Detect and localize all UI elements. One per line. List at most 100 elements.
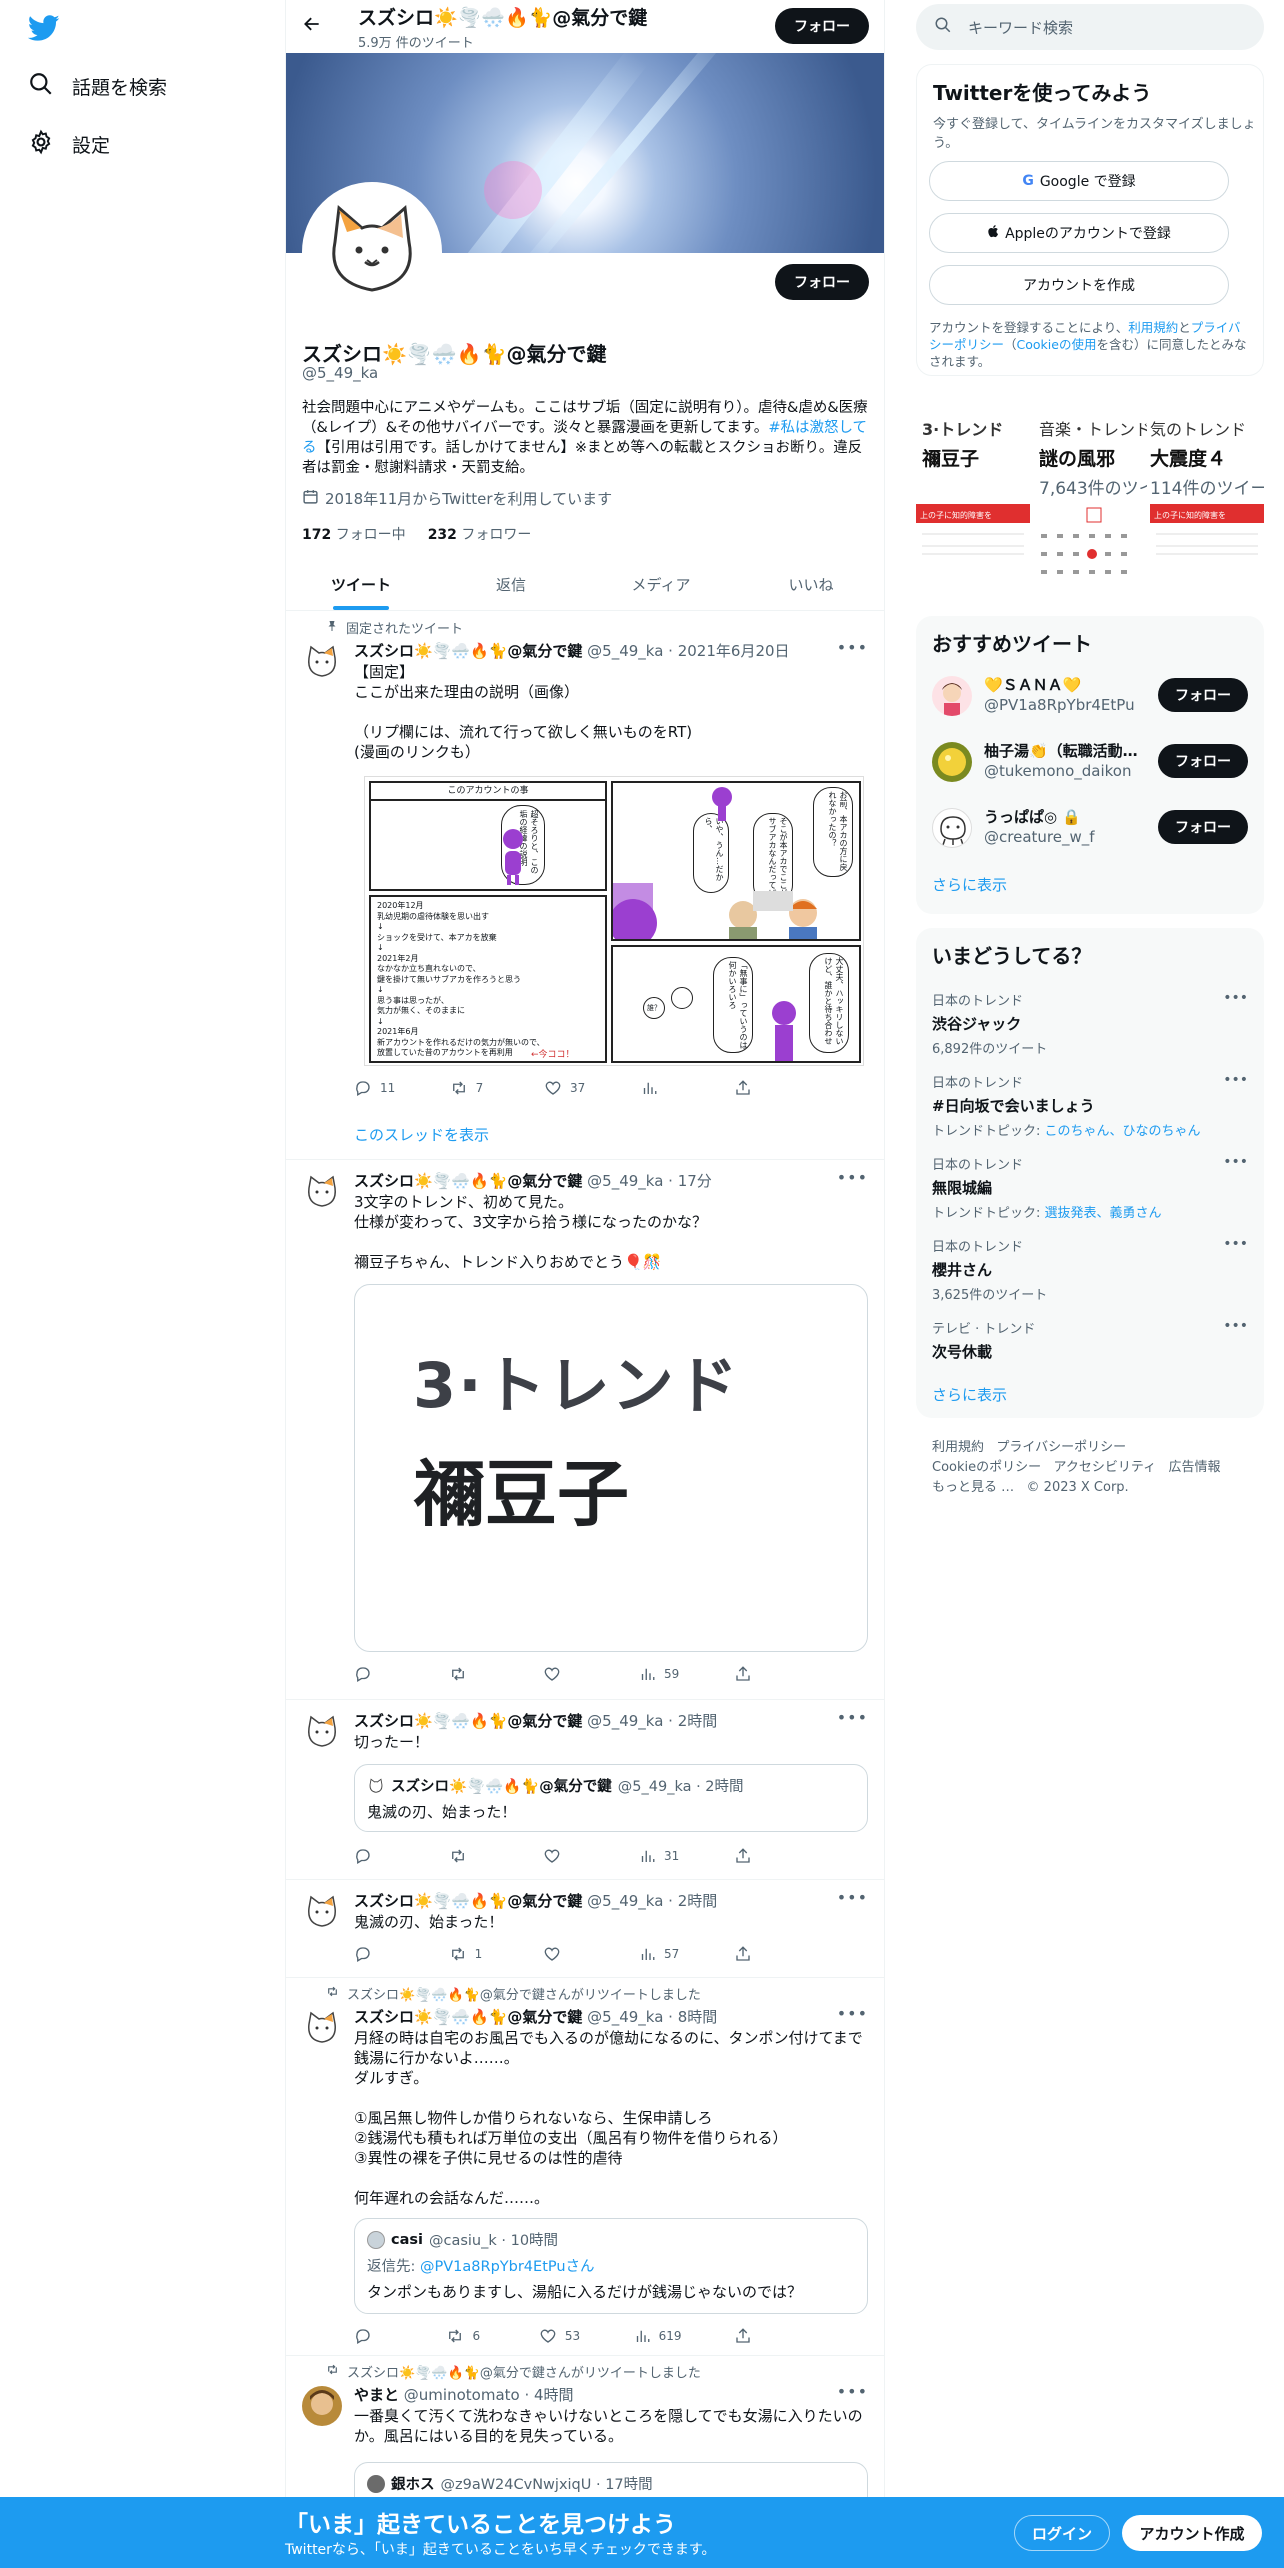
profile-avatar[interactable] [302, 182, 442, 322]
reply-button[interactable]: 11 [354, 1079, 395, 1097]
tab-replies[interactable]: 返信 [436, 558, 586, 610]
media-tile-1[interactable]: 3·トレンド 禰豆子 上の子に知的障害を [916, 408, 1030, 600]
tweet-meta[interactable]: @5_49_ka · 2時間 [587, 1712, 717, 1730]
back-arrow-icon[interactable] [302, 14, 322, 38]
more-icon[interactable]: ••• [1223, 1318, 1248, 1334]
views-button[interactable] [640, 1079, 680, 1097]
more-icon[interactable]: ••• [1223, 1154, 1248, 1170]
trend-image[interactable]: 3·トレンド 禰豆子 [354, 1284, 868, 1652]
tweet-author-name[interactable]: やまと [354, 2386, 399, 2404]
reply-button[interactable] [354, 2327, 394, 2345]
views-button[interactable]: 57 [638, 1945, 679, 1963]
tweet-author-name[interactable]: スズシロ☀️🌪️🌨️🔥🐈@氣分で鍵 [354, 1892, 582, 1910]
tweet-avatar[interactable] [302, 2386, 342, 2426]
tweet-meta[interactable]: @uminotomato · 4時間 [404, 2386, 574, 2404]
share-button[interactable] [734, 2327, 774, 2345]
signup-button[interactable]: アカウント作成 [1122, 2515, 1262, 2551]
footer-ads-link[interactable]: 広告情報 [1169, 1460, 1221, 1475]
like-button[interactable] [543, 1847, 583, 1865]
like-button[interactable]: 37 [544, 1079, 585, 1097]
following-link[interactable]: 172 フォロー中 [302, 524, 406, 544]
show-thread-link[interactable]: このスレッドを表示 [354, 1124, 489, 1145]
nav-settings[interactable]: 設定 [28, 124, 110, 164]
more-icon[interactable]: ••• [1223, 1236, 1248, 1252]
twitter-logo-icon[interactable] [27, 12, 64, 44]
tweet-trend[interactable]: スズシロ☀️🌪️🌨️🔥🐈@氣分で鍵 @5_49_ka · 17分 ••• 3文字… [286, 1160, 884, 1700]
tab-tweets[interactable]: ツイート [286, 558, 436, 610]
tweet-author-name[interactable]: スズシロ☀️🌪️🌨️🔥🐈@氣分で鍵 [354, 1712, 582, 1730]
more-icon[interactable]: ••• [837, 2004, 868, 2023]
tweet-avatar[interactable] [302, 1892, 342, 1932]
profile-follow-button[interactable]: フォロー [775, 264, 869, 300]
tweet-simple[interactable]: スズシロ☀️🌪️🌨️🔥🐈@氣分で鍵 @5_49_ka · 2時間 ••• 鬼滅の… [286, 1880, 884, 1978]
header-follow-button[interactable]: フォロー [775, 8, 869, 44]
footer-terms-link[interactable]: 利用規約 [932, 1440, 984, 1455]
reply-button[interactable] [354, 1945, 394, 1963]
trend-item[interactable]: 日本のトレンド 無限城編 トレンドトピック: 選抜発表、義勇さん ••• [932, 1154, 1248, 1221]
trend-item[interactable]: 日本のトレンド 渋谷ジャック 6,892件のツイート ••• [932, 990, 1248, 1057]
recommended-user[interactable]: 💛ＳＡＮＡ💛 @PV1a8RpYbr4EtPu フォロー [932, 672, 1248, 720]
google-signup-button[interactable]: G Google で登録 [929, 161, 1229, 201]
tweet-avatar[interactable] [302, 1172, 342, 1212]
footer-more-link[interactable]: もっと見る … [932, 1480, 1014, 1495]
follow-button[interactable]: フォロー [1158, 678, 1248, 712]
more-icon[interactable]: ••• [1223, 1072, 1248, 1088]
nav-explore[interactable]: 話題を検索 [28, 66, 167, 106]
terms-link[interactable]: 利用規約 [1128, 320, 1178, 335]
tweet-avatar[interactable] [302, 1712, 342, 1752]
footer-accessibility-link[interactable]: アクセシビリティ [1054, 1460, 1157, 1475]
retweet-button[interactable]: 7 [450, 1079, 490, 1097]
quoted-tweet[interactable]: スズシロ☀️🌪️🌨️🔥🐈@氣分で鍵 @5_49_ka · 2時間 鬼滅の刃、始ま… [354, 1764, 868, 1832]
footer-privacy-link[interactable]: プライバシーポリシー [996, 1440, 1126, 1455]
recommended-user[interactable]: 柚子湯👏（転職活動… @tukemono_daikon フォロー [932, 738, 1248, 786]
trends-more-link[interactable]: さらに表示 [932, 1384, 1007, 1405]
media-tile-3[interactable]: 気のトレンド 大震度４ 114件のツイー 上の子に知的障害を [1150, 408, 1264, 600]
share-button[interactable] [734, 1945, 774, 1963]
retweet-button[interactable] [449, 1847, 489, 1865]
more-icon[interactable]: ••• [837, 2382, 868, 2401]
retweet-button[interactable]: 6 [446, 2327, 486, 2345]
share-button[interactable] [734, 1847, 774, 1865]
tweet-retweeted-1[interactable]: スズシロ☀️🌪️🌨️🔥🐈@氣分で鍵さんがリツイートしました スズシロ☀️🌪️🌨️… [286, 1978, 884, 2356]
share-button[interactable] [734, 1079, 774, 1097]
tweet-quote[interactable]: スズシロ☀️🌪️🌨️🔥🐈@氣分で鍵 @5_49_ka · 2時間 ••• 切った… [286, 1700, 884, 1880]
more-icon[interactable]: ••• [837, 1168, 868, 1187]
trend-item[interactable]: 日本のトレンド #日向坂で会いましょう トレンドトピック: このちゃん、ひなのち… [932, 1072, 1248, 1139]
share-button[interactable] [734, 1665, 774, 1683]
tweet-meta[interactable]: @5_49_ka · 8時間 [587, 2008, 717, 2026]
tweet-meta[interactable]: @5_49_ka · 2時間 [587, 1892, 717, 1910]
tweet-meta[interactable]: @5_49_ka · 2021年6月20日 [587, 642, 789, 660]
footer-cookie-link[interactable]: Cookieのポリシー [932, 1460, 1041, 1475]
tweet-avatar[interactable] [302, 2008, 342, 2048]
create-account-button[interactable]: アカウントを作成 [929, 265, 1229, 305]
like-button[interactable] [543, 1945, 583, 1963]
tweet-author-name[interactable]: スズシロ☀️🌪️🌨️🔥🐈@氣分で鍵 [354, 1172, 582, 1190]
more-icon[interactable]: ••• [837, 1888, 868, 1907]
followers-link[interactable]: 232 フォロワー [428, 524, 532, 544]
tweet-avatar[interactable] [302, 642, 342, 682]
retweet-button[interactable]: 1 [449, 1945, 489, 1963]
tweet-pinned[interactable]: 固定されたツイート スズシロ☀️🌪️🌨️🔥🐈@氣分で鍵 @5_49_ka · 2… [286, 612, 884, 1160]
manga-image[interactable]: このアカウントの事 超そろりと、この垢の経緯の説明 2020年12月 乳幼児期の… [364, 776, 864, 1066]
tweet-author-name[interactable]: スズシロ☀️🌪️🌨️🔥🐈@氣分で鍵 [354, 2008, 582, 2026]
cookie-link[interactable]: Cookieの使用 [1017, 337, 1097, 352]
views-button[interactable]: 59 [638, 1665, 679, 1683]
more-icon[interactable]: ••• [1223, 990, 1248, 1006]
tweet-author-name[interactable]: スズシロ☀️🌪️🌨️🔥🐈@氣分で鍵 [354, 642, 582, 660]
tweet-meta[interactable]: @5_49_ka · 17分 [587, 1172, 712, 1190]
tab-likes[interactable]: いいね [736, 558, 884, 610]
apple-signup-button[interactable]: Appleのアカウントで登録 [929, 213, 1229, 253]
media-tile-2[interactable]: 音楽・トレンド 謎の風邪 7,643件のツイ [1033, 408, 1147, 600]
retweet-button[interactable] [449, 1665, 489, 1683]
reply-button[interactable] [354, 1847, 394, 1865]
more-icon[interactable]: ••• [837, 638, 868, 657]
views-button[interactable]: 619 [633, 2327, 682, 2345]
quoted-tweet[interactable]: casi @casiu_k · 10時間 返信先: @PV1a8RpYbr4Et… [354, 2218, 868, 2314]
like-button[interactable] [543, 1665, 583, 1683]
recommended-user[interactable]: うっぱぱ◎ 🔒 @creature_w_f フォロー [932, 804, 1248, 852]
like-button[interactable]: 53 [539, 2327, 580, 2345]
views-button[interactable]: 31 [638, 1847, 679, 1865]
trend-item[interactable]: テレビ · トレンド 次号休載 ••• [932, 1318, 1248, 1362]
login-button[interactable]: ログイン [1014, 2515, 1110, 2551]
trend-item[interactable]: 日本のトレンド 櫻井さん 3,625件のツイート ••• [932, 1236, 1248, 1303]
